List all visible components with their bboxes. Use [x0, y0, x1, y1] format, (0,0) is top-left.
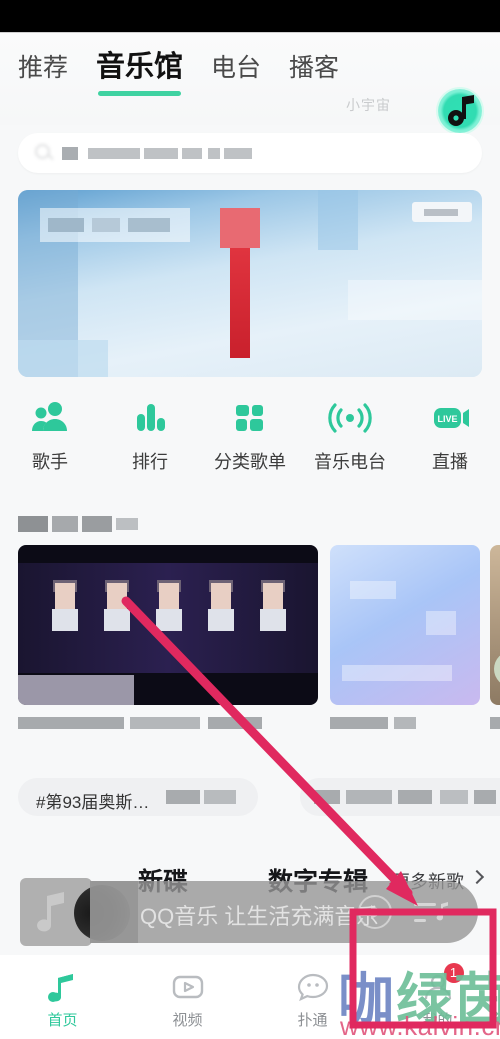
top-tab-bar: 推荐 音乐馆 电台 播客 [18, 49, 339, 96]
banner-figure [216, 208, 264, 358]
play-icon[interactable] [358, 895, 392, 929]
app-header: 推荐 音乐馆 电台 播客 小宇宙 [0, 33, 500, 133]
bottom-nav-label: 扑通 [297, 1012, 328, 1029]
music-note-icon [46, 972, 80, 1002]
tag-pill[interactable] [300, 778, 500, 816]
quick-entry-live[interactable]: LIVE 直播 [400, 398, 500, 484]
bottom-nav-video[interactable]: 视频 [125, 955, 250, 1039]
bottom-nav-label: 视频 [172, 1012, 203, 1029]
tab-podcast[interactable]: 播客 [289, 51, 339, 85]
video-play-icon [171, 972, 205, 1002]
quick-entry-label: 歌手 [32, 452, 68, 472]
card-circle-badge [494, 651, 500, 687]
content-card-row [18, 545, 500, 735]
tab-label: 推荐 [18, 54, 69, 82]
content-card[interactable] [18, 545, 318, 705]
tab-label: 播客 [289, 54, 340, 82]
content-card[interactable] [330, 545, 480, 705]
section-title-redacted [18, 512, 138, 534]
tab-recommend[interactable]: 推荐 [18, 51, 68, 85]
app-screen: 推荐 音乐馆 电台 播客 小宇宙 歌手 排行 分类歌单 音乐电台 LIVE 直播… [0, 0, 500, 1039]
watermark: 咖绿茵 www.kalvin.cn [338, 955, 500, 1039]
live-camera-icon: LIVE [428, 398, 472, 438]
quick-entry-category-playlist[interactable]: 分类歌单 [200, 398, 300, 484]
tag-pill[interactable]: #第93届奥斯… [18, 778, 258, 816]
quick-entry-singer[interactable]: 歌手 [0, 398, 100, 484]
chevron-right-icon[interactable] [469, 869, 485, 885]
tag-pill-row: #第93届奥斯… [18, 778, 500, 816]
search-icon [34, 143, 54, 163]
bottom-nav-label: 首页 [47, 1012, 78, 1029]
mini-player-title: QQ音乐 让生活充满音乐 [140, 904, 379, 929]
music-note-icon [34, 888, 78, 941]
tab-active-underline [98, 91, 182, 96]
radio-waves-icon [328, 398, 372, 438]
quick-entry-label: 音乐电台 [314, 452, 386, 472]
bottom-nav-home[interactable]: 首页 [0, 955, 125, 1039]
avatar[interactable] [438, 89, 482, 133]
playlist-icon[interactable] [414, 899, 450, 925]
tab-radio[interactable]: 电台 [211, 51, 261, 85]
podcast-sub-tag: 小宇宙 [346, 97, 391, 113]
quick-entry-label: 分类歌单 [214, 452, 286, 472]
quick-entry-row: 歌手 排行 分类歌单 音乐电台 LIVE 直播 [0, 398, 500, 484]
banner-badge [412, 202, 472, 222]
quick-entry-music-radio[interactable]: 音乐电台 [300, 398, 400, 484]
tab-label: 电台 [211, 54, 262, 82]
community-face-icon [296, 972, 330, 1002]
chart-bars-icon [128, 398, 172, 438]
banner-text-redacted [40, 208, 190, 242]
quick-entry-label: 直播 [432, 452, 468, 472]
tag-pill-label: #第93届奥斯… [36, 793, 150, 812]
mini-player-bar[interactable]: QQ音乐 让生活充满音乐 [20, 878, 478, 946]
watermark-url: www.kalvin.cn [340, 1011, 500, 1039]
status-bar [0, 0, 500, 32]
search-placeholder-redacted [62, 145, 272, 161]
quick-entry-label: 排行 [132, 452, 168, 472]
tab-music-hall[interactable]: 音乐馆 [96, 49, 184, 96]
singer-icon [28, 398, 72, 438]
content-card[interactable] [490, 545, 500, 705]
card-badge-redacted [18, 675, 134, 705]
tab-label: 音乐馆 [96, 51, 184, 83]
search-input[interactable] [18, 133, 482, 173]
quick-entry-ranking[interactable]: 排行 [100, 398, 200, 484]
grid-squares-icon [228, 398, 272, 438]
promo-banner[interactable] [18, 190, 482, 377]
svg-text:LIVE: LIVE [437, 414, 457, 424]
